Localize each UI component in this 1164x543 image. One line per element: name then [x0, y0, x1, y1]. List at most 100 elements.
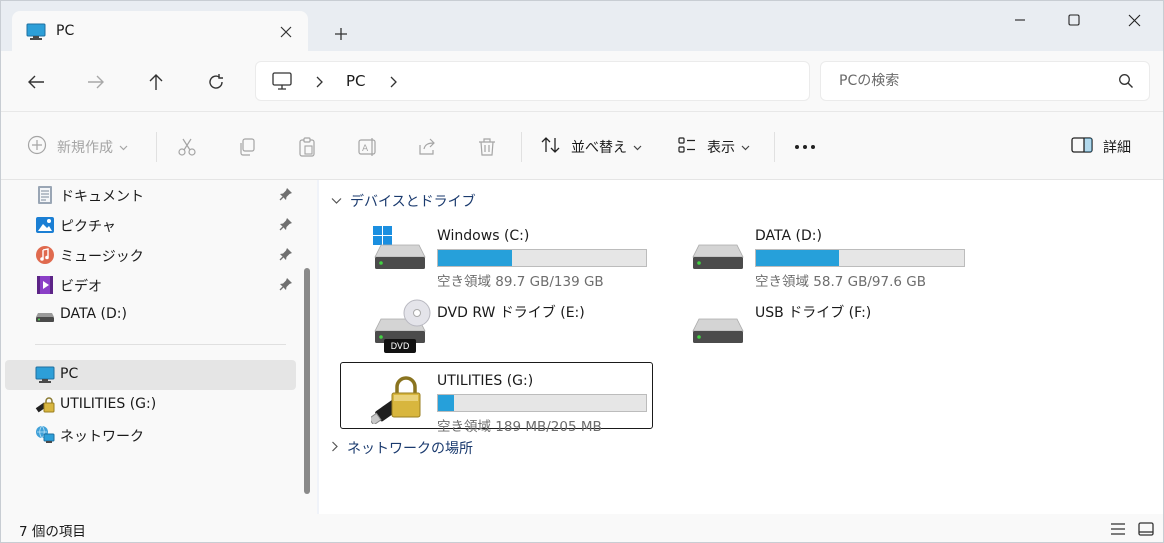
dvd-drive-icon: DVD — [371, 299, 431, 353]
sidebar-item-data-drive[interactable]: DATA (D:) — [5, 300, 296, 330]
details-pane-button[interactable]: 詳細 — [1071, 132, 1131, 162]
drive-c[interactable]: Windows (C:) 空き領域 89.7 GB/139 GB — [341, 218, 653, 290]
divider — [521, 132, 522, 162]
minimize-button[interactable] — [997, 5, 1043, 35]
sidebar-item-network[interactable]: ネットワーク — [5, 420, 296, 450]
view-button[interactable]: 表示 — [677, 132, 750, 162]
sidebar-item-documents[interactable]: ドキュメント — [5, 180, 296, 210]
sidebar-item-music[interactable]: ミュージック — [5, 240, 296, 270]
close-tab-icon[interactable] — [274, 20, 298, 44]
drive-name: Windows (C:) — [437, 228, 530, 244]
chevron-down-icon — [633, 139, 642, 155]
share-icon — [419, 138, 435, 155]
navigation-pane: ドキュメント ピクチャ ミュージック ビデオ DATA (D:) PC UTIL… — [1, 180, 317, 514]
usage-bar — [437, 249, 647, 267]
sidebar-item-videos[interactable]: ビデオ — [5, 270, 296, 300]
more-options-button[interactable] — [794, 132, 816, 162]
usb-lock-icon — [368, 370, 431, 426]
sidebar-divider — [35, 344, 286, 345]
sidebar-item-label: PC — [60, 366, 79, 382]
dvd-badge: DVD — [391, 342, 410, 352]
breadcrumb-pc[interactable]: PC — [346, 72, 366, 90]
tab-pc[interactable]: PC — [12, 11, 308, 52]
drive-g-utilities[interactable]: UTILITIES (G:) 空き領域 189 MB/205 MB — [340, 362, 653, 435]
free-space-text: 空き領域 58.7 GB/97.6 GB — [755, 274, 926, 290]
section-label: ネットワークの場所 — [347, 441, 473, 457]
section-network-locations[interactable]: ネットワークの場所 — [331, 436, 473, 460]
usb-lock-icon — [35, 395, 55, 415]
drive-name: USB ドライブ (F:) — [755, 305, 872, 321]
usage-fill — [756, 250, 839, 266]
view-label: 表示 — [707, 140, 735, 156]
svg-text:A: A — [362, 144, 369, 154]
monitor-icon — [272, 72, 292, 94]
close-window-button[interactable] — [1111, 5, 1157, 35]
chevron-right-icon[interactable] — [388, 75, 398, 93]
rename-button[interactable]: A — [357, 132, 379, 162]
usage-fill — [438, 395, 455, 411]
clipboard-icon — [299, 137, 315, 157]
sort-label: 並べ替え — [571, 140, 627, 156]
paste-button[interactable] — [297, 132, 317, 162]
tab-title: PC — [56, 23, 75, 39]
search-icon[interactable] — [1118, 73, 1134, 93]
usage-bar — [437, 394, 647, 412]
details-view-button[interactable] — [1107, 519, 1129, 539]
pin-icon[interactable] — [279, 187, 293, 205]
forward-button[interactable] — [79, 65, 113, 99]
up-button[interactable] — [139, 65, 173, 99]
sort-button[interactable]: 並べ替え — [541, 132, 642, 162]
sidebar-item-pictures[interactable]: ピクチャ — [5, 210, 296, 240]
new-tab-button[interactable] — [327, 20, 355, 48]
search-input[interactable] — [821, 62, 1111, 100]
navigation-bar: PC — [1, 51, 1163, 111]
address-bar[interactable]: PC — [255, 61, 810, 101]
windows-drive-icon — [371, 225, 431, 279]
tiles-view-button[interactable] — [1135, 519, 1157, 539]
details-pane-icon — [1071, 136, 1093, 158]
usage-fill — [438, 250, 512, 266]
delete-button[interactable] — [477, 132, 497, 162]
drive-icon — [35, 305, 55, 325]
list-view-icon — [1111, 523, 1125, 535]
share-button[interactable] — [417, 132, 437, 162]
sidebar-item-label: UTILITIES (G:) — [60, 396, 157, 412]
sort-icon — [541, 135, 561, 159]
copy-button[interactable] — [237, 132, 257, 162]
section-devices-drives[interactable]: デバイスとドライブ — [331, 189, 476, 213]
sidebar-scrollbar-thumb[interactable] — [304, 268, 310, 494]
trash-icon — [479, 138, 495, 156]
sidebar-item-label: ビデオ — [60, 279, 102, 295]
drive-name: DVD RW ドライブ (E:) — [437, 305, 585, 321]
cut-button[interactable] — [177, 132, 197, 162]
pin-icon[interactable] — [279, 277, 293, 295]
chevron-right-icon[interactable] — [314, 75, 324, 93]
pc-icon — [35, 365, 55, 385]
plus-circle-icon — [27, 135, 47, 159]
drive-d[interactable]: DATA (D:) 空き領域 58.7 GB/97.6 GB — [659, 218, 971, 290]
chevron-right-icon — [331, 440, 339, 456]
pin-icon[interactable] — [279, 247, 293, 265]
free-space-text: 空き領域 189 MB/205 MB — [437, 419, 602, 435]
section-label: デバイスとドライブ — [350, 194, 476, 210]
refresh-button[interactable] — [199, 65, 233, 99]
content-pane: デバイスとドライブ Windows (C:) 空き領域 89.7 GB/139 … — [319, 180, 1163, 514]
sidebar-item-label: ドキュメント — [60, 189, 144, 205]
divider — [774, 132, 775, 162]
maximize-button[interactable] — [1051, 5, 1097, 35]
sidebar-item-utilities[interactable]: UTILITIES (G:) — [5, 390, 296, 420]
drive-icon — [689, 225, 749, 279]
new-button[interactable]: 新規作成 — [27, 132, 128, 162]
sidebar-item-pc[interactable]: PC — [5, 360, 296, 390]
sidebar-item-label: ネットワーク — [60, 429, 144, 445]
back-button[interactable] — [19, 65, 53, 99]
drive-e-dvd[interactable]: DVD DVD RW ドライブ (E:) — [341, 292, 653, 358]
network-icon — [35, 425, 55, 445]
pin-icon[interactable] — [279, 217, 293, 235]
pc-icon — [26, 23, 46, 45]
command-bar: 新規作成 A 並べ替え 表示 詳細 — [1, 111, 1163, 180]
drive-f-usb[interactable]: USB ドライブ (F:) — [659, 292, 971, 358]
video-icon — [35, 275, 55, 295]
sidebar-item-label: ピクチャ — [60, 219, 116, 235]
new-label: 新規作成 — [57, 140, 113, 156]
